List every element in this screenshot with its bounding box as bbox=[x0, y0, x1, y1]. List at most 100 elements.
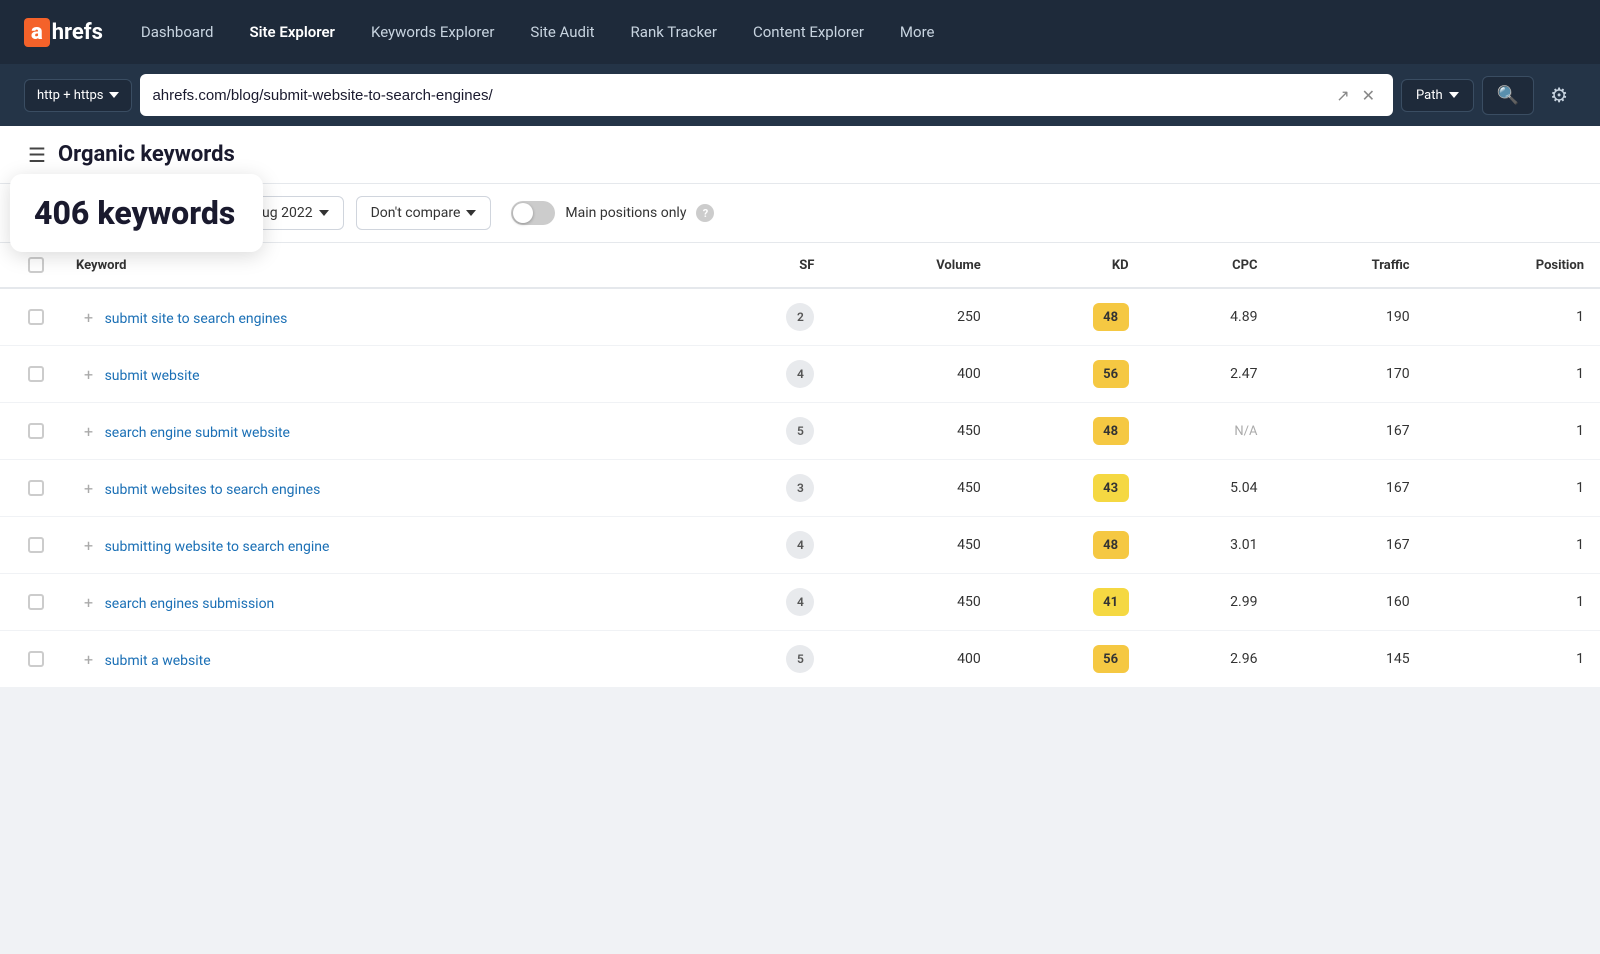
row-volume-cell: 400 bbox=[830, 346, 996, 403]
protocol-dropdown[interactable]: http + https bbox=[24, 79, 132, 112]
row-checkbox[interactable] bbox=[28, 309, 44, 325]
nav-rank-tracker[interactable]: Rank Tracker bbox=[617, 15, 731, 49]
row-traffic-cell: 167 bbox=[1273, 460, 1425, 517]
compare-dropdown[interactable]: Don't compare bbox=[356, 196, 492, 230]
hamburger-icon[interactable]: ☰ bbox=[28, 143, 46, 167]
row-keyword-cell: + search engines submission bbox=[60, 574, 700, 631]
keyword-link[interactable]: submit site to search engines bbox=[105, 311, 288, 327]
cpc-value: 2.47 bbox=[1230, 366, 1257, 382]
keyword-link[interactable]: submit a website bbox=[105, 653, 211, 669]
position-value: 1 bbox=[1576, 309, 1584, 325]
kd-badge: 48 bbox=[1093, 417, 1129, 445]
kd-badge: 56 bbox=[1093, 360, 1129, 388]
row-keyword-cell: + submit websites to search engines bbox=[60, 460, 700, 517]
row-checkbox[interactable] bbox=[28, 366, 44, 382]
row-cpc-cell: 3.01 bbox=[1145, 517, 1274, 574]
url-bar: http + https ↗ ✕ Path 🔍 ⚙ bbox=[0, 64, 1600, 126]
keyword-link[interactable]: submitting website to search engine bbox=[105, 539, 330, 555]
sf-badge: 3 bbox=[786, 474, 814, 502]
add-keyword-icon[interactable]: + bbox=[76, 422, 101, 441]
row-position-cell: 1 bbox=[1426, 403, 1600, 460]
row-position-cell: 1 bbox=[1426, 517, 1600, 574]
row-volume-cell: 450 bbox=[830, 403, 996, 460]
traffic-value: 190 bbox=[1386, 309, 1410, 325]
col-cpc[interactable]: CPC bbox=[1145, 243, 1274, 288]
position-value: 1 bbox=[1576, 366, 1584, 382]
cpc-value: 2.99 bbox=[1230, 594, 1257, 610]
position-value: 1 bbox=[1576, 423, 1584, 439]
select-all-checkbox[interactable] bbox=[28, 257, 44, 273]
col-position[interactable]: Position bbox=[1426, 243, 1600, 288]
row-cpc-cell: 4.89 bbox=[1145, 288, 1274, 346]
row-checkbox[interactable] bbox=[28, 537, 44, 553]
keyword-link[interactable]: submit websites to search engines bbox=[105, 482, 321, 498]
add-keyword-icon[interactable]: + bbox=[76, 479, 101, 498]
path-button[interactable]: Path bbox=[1401, 79, 1474, 112]
cpc-value: 4.89 bbox=[1230, 309, 1257, 325]
row-kd-cell: 48 bbox=[997, 517, 1145, 574]
row-sf-cell: 5 bbox=[700, 403, 830, 460]
row-checkbox[interactable] bbox=[28, 651, 44, 667]
col-volume[interactable]: Volume bbox=[830, 243, 996, 288]
row-traffic-cell: 190 bbox=[1273, 288, 1425, 346]
col-traffic[interactable]: Traffic bbox=[1273, 243, 1425, 288]
row-kd-cell: 43 bbox=[997, 460, 1145, 517]
row-volume-cell: 250 bbox=[830, 288, 996, 346]
keywords-table: Keyword SF Volume KD CPC Traffic Positio… bbox=[0, 243, 1600, 688]
search-button[interactable]: 🔍 bbox=[1482, 76, 1534, 115]
table-row: + submit a website 5 400 56 2.96 145 1 bbox=[0, 631, 1600, 688]
kd-badge: 56 bbox=[1093, 645, 1129, 673]
keyword-link[interactable]: search engines submission bbox=[105, 596, 275, 612]
col-kd[interactable]: KD bbox=[997, 243, 1145, 288]
url-input[interactable] bbox=[152, 87, 1330, 104]
nav-site-audit[interactable]: Site Audit bbox=[516, 15, 608, 49]
row-keyword-cell: + search engine submit website bbox=[60, 403, 700, 460]
keyword-count-card: 406 keywords bbox=[10, 174, 263, 252]
nav-keywords-explorer[interactable]: Keywords Explorer bbox=[357, 15, 508, 49]
nav-dashboard[interactable]: Dashboard bbox=[127, 15, 228, 49]
nav-more[interactable]: More bbox=[886, 15, 949, 49]
kd-badge: 48 bbox=[1093, 303, 1129, 331]
row-kd-cell: 56 bbox=[997, 631, 1145, 688]
add-keyword-icon[interactable]: + bbox=[76, 536, 101, 555]
external-link-icon[interactable]: ↗ bbox=[1330, 86, 1355, 105]
cpc-na: N/A bbox=[1234, 424, 1257, 439]
row-traffic-cell: 170 bbox=[1273, 346, 1425, 403]
add-keyword-icon[interactable]: + bbox=[76, 593, 101, 612]
url-input-wrap: ↗ ✕ bbox=[140, 74, 1393, 116]
row-traffic-cell: 160 bbox=[1273, 574, 1425, 631]
settings-button[interactable]: ⚙ bbox=[1542, 75, 1576, 116]
sf-badge: 4 bbox=[786, 531, 814, 559]
row-volume-cell: 450 bbox=[830, 517, 996, 574]
add-keyword-icon[interactable]: + bbox=[76, 650, 101, 669]
help-icon[interactable]: ? bbox=[696, 204, 714, 222]
position-value: 1 bbox=[1576, 537, 1584, 553]
volume-value: 250 bbox=[957, 309, 981, 325]
row-volume-cell: 450 bbox=[830, 460, 996, 517]
sf-badge: 5 bbox=[786, 417, 814, 445]
row-checkbox[interactable] bbox=[28, 594, 44, 610]
logo[interactable]: a hrefs bbox=[24, 18, 103, 47]
keyword-link[interactable]: submit website bbox=[105, 368, 200, 384]
nav-content-explorer[interactable]: Content Explorer bbox=[739, 15, 878, 49]
volume-value: 450 bbox=[957, 423, 981, 439]
close-icon[interactable]: ✕ bbox=[1356, 86, 1381, 105]
row-checkbox[interactable] bbox=[28, 480, 44, 496]
row-kd-cell: 48 bbox=[997, 288, 1145, 346]
toggle-knob bbox=[513, 203, 533, 223]
add-keyword-icon[interactable]: + bbox=[76, 308, 101, 327]
row-position-cell: 1 bbox=[1426, 631, 1600, 688]
col-sf[interactable]: SF bbox=[700, 243, 830, 288]
keyword-link[interactable]: search engine submit website bbox=[105, 425, 290, 441]
nav-site-explorer[interactable]: Site Explorer bbox=[235, 15, 349, 49]
add-keyword-icon[interactable]: + bbox=[76, 365, 101, 384]
date-chevron-icon bbox=[319, 210, 329, 216]
table-body: + submit site to search engines 2 250 48… bbox=[0, 288, 1600, 688]
sf-badge: 4 bbox=[786, 588, 814, 616]
sf-badge: 4 bbox=[786, 360, 814, 388]
main-positions-toggle[interactable] bbox=[511, 201, 555, 225]
row-checkbox[interactable] bbox=[28, 423, 44, 439]
row-checkbox-cell bbox=[0, 574, 60, 631]
table-row: + submit site to search engines 2 250 48… bbox=[0, 288, 1600, 346]
row-position-cell: 1 bbox=[1426, 574, 1600, 631]
